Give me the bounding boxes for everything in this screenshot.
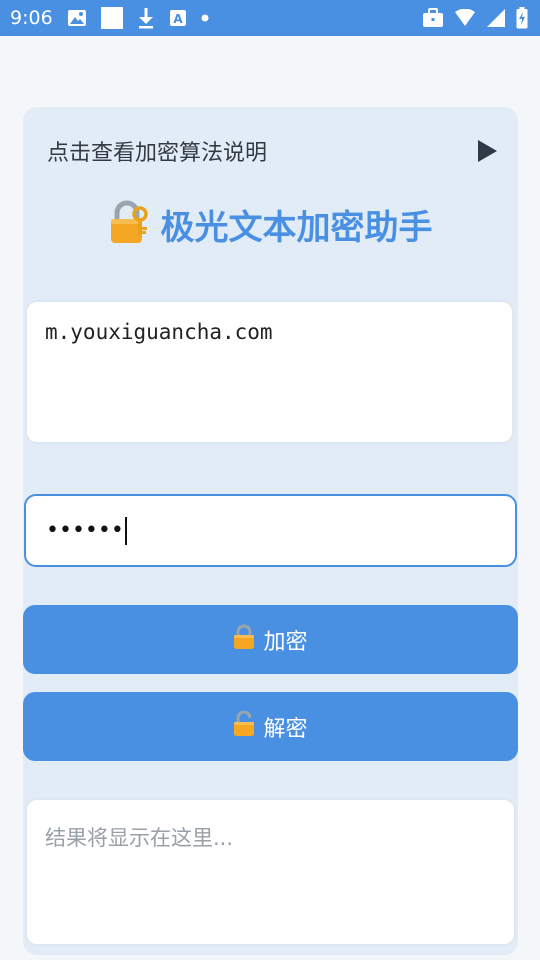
encrypt-button[interactable]: 加密	[23, 605, 518, 674]
plaintext-input[interactable]: m.youxiguancha.com	[25, 300, 514, 444]
briefcase-icon	[422, 8, 444, 28]
algorithm-explanation-toggle[interactable]: 点击查看加密算法说明	[47, 133, 497, 169]
play-triangle-icon	[478, 140, 497, 162]
lock-with-key-icon	[109, 200, 151, 248]
text-caret	[124, 516, 127, 545]
image-icon	[67, 9, 87, 27]
battery-charging-icon	[516, 7, 528, 29]
app-header: 极光文本加密助手	[23, 199, 518, 249]
lock-icon	[233, 624, 255, 656]
download-icon	[137, 7, 155, 29]
status-time: 9:06	[10, 7, 53, 29]
encrypt-button-label: 加密	[263, 629, 308, 655]
signal-icon	[486, 8, 506, 28]
password-input[interactable]: ••••••	[24, 494, 517, 567]
decrypt-button-label: 解密	[263, 716, 308, 742]
app-title: 极光文本加密助手	[160, 207, 433, 248]
status-left-icons: A	[67, 7, 209, 29]
white-square-icon	[100, 7, 123, 29]
main-card: 点击查看加密算法说明 极光文本加密助手 m.youxiguancha.com •…	[23, 107, 518, 955]
unlock-icon	[233, 710, 255, 743]
status-bar: 9:06 A	[0, 0, 540, 36]
decrypt-button[interactable]: 解密	[23, 692, 518, 761]
wifi-icon	[454, 9, 476, 27]
result-output[interactable]: 结果将显示在这里...	[25, 798, 516, 946]
svg-text:A: A	[173, 12, 183, 26]
password-masked-value: ••••••	[46, 518, 124, 543]
explanation-label: 点击查看加密算法说明	[47, 141, 268, 166]
font-a-icon: A	[169, 9, 187, 27]
status-right-icons	[422, 7, 528, 29]
result-placeholder: 结果将显示在这里...	[45, 826, 234, 850]
plaintext-value: m.youxiguancha.com	[45, 320, 273, 344]
dot-icon	[201, 14, 209, 22]
